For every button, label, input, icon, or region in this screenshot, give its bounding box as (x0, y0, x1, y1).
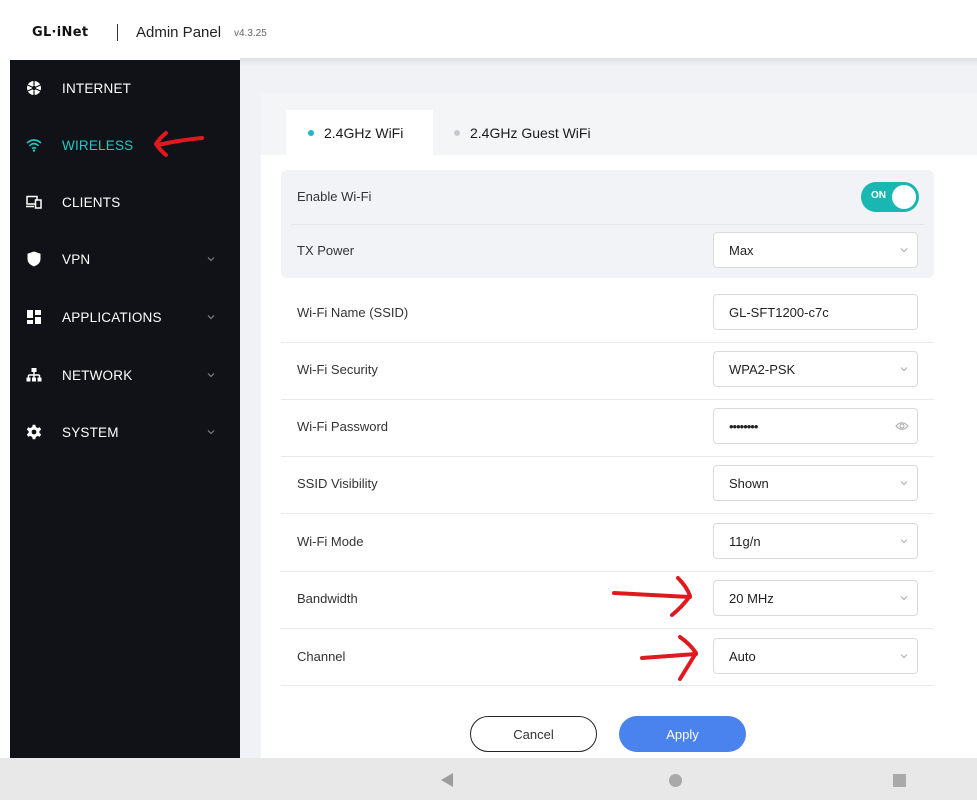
divider (281, 399, 934, 400)
sidebar-item-label: SYSTEM (62, 424, 119, 440)
wifi-security-label: Wi-Fi Security (297, 362, 378, 377)
wifi-security-select[interactable]: WPA2-PSK (713, 351, 918, 387)
clients-icon (26, 194, 42, 210)
divider (281, 685, 934, 686)
divider (281, 456, 934, 457)
sidebar-item-network[interactable]: NETWORK (10, 355, 240, 395)
divider (281, 628, 934, 629)
divider (281, 342, 934, 343)
select-value: Auto (729, 649, 756, 664)
chevron-down-icon (900, 481, 908, 486)
logo: GL·iNet (32, 25, 89, 40)
sidebar-item-vpn[interactable]: VPN (10, 239, 240, 279)
tab-2-4ghz-guest-wifi[interactable]: 2.4GHz Guest WiFi (440, 110, 630, 155)
network-icon (26, 367, 42, 383)
annotation-arrow-channel (640, 635, 698, 681)
chevron-down-icon (900, 367, 908, 372)
tab-status-dot (454, 129, 460, 136)
annotation-arrow-bandwidth (612, 576, 692, 617)
select-value: Shown (729, 476, 769, 491)
enable-wifi-label: Enable Wi-Fi (297, 189, 372, 204)
divider (281, 571, 934, 572)
back-icon[interactable] (441, 773, 453, 787)
select-value: Max (729, 243, 754, 258)
ssid-visibility-select[interactable]: Shown (713, 465, 918, 501)
select-value: 20 MHz (729, 591, 774, 606)
system-nav-bar (0, 758, 977, 800)
chevron-down-icon (900, 596, 908, 601)
sidebar-item-label: INTERNET (62, 80, 132, 96)
sidebar-item-label: WIRELESS (62, 137, 134, 153)
divider (281, 513, 934, 514)
tab-label: 2.4GHz WiFi (324, 124, 404, 141)
header-shadow (240, 58, 977, 66)
chevron-down-icon (207, 373, 215, 378)
select-value: 11g/n (729, 534, 761, 549)
chevron-down-icon (207, 257, 215, 262)
tab-status-dot (308, 129, 314, 136)
input-value: GL-SFT1200-c7c (729, 305, 829, 320)
channel-label: Channel (297, 649, 346, 664)
password-value: •••••••• (729, 419, 758, 434)
bandwidth-select[interactable]: 20 MHz (713, 580, 918, 616)
toggle-knob (892, 185, 916, 209)
bandwidth-label: Bandwidth (297, 591, 358, 606)
toggle-state-label: ON (871, 190, 886, 201)
eye-icon[interactable] (895, 420, 909, 432)
sidebar-item-label: APPLICATIONS (62, 309, 162, 325)
wifi-icon (26, 137, 42, 153)
sidebar-item-system[interactable]: SYSTEM (10, 412, 240, 452)
chevron-down-icon (900, 248, 908, 253)
sidebar: INTERNET WIRELESS CLIENTS VPN APPLICATIO… (10, 60, 240, 758)
wifi-mode-select[interactable]: 11g/n (713, 523, 918, 559)
ssid-input[interactable]: GL-SFT1200-c7c (713, 294, 918, 330)
chevron-down-icon (207, 315, 215, 320)
applications-icon (26, 309, 42, 325)
cancel-button[interactable]: Cancel (470, 716, 597, 752)
apply-button[interactable]: Apply (619, 716, 746, 752)
chevron-down-icon (900, 654, 908, 659)
tab-2-4ghz-wifi[interactable]: 2.4GHz WiFi (286, 110, 433, 155)
sidebar-item-internet[interactable]: INTERNET (10, 68, 240, 108)
gear-icon (26, 424, 42, 440)
tab-label: 2.4GHz Guest WiFi (470, 124, 591, 141)
chevron-down-icon (207, 430, 215, 435)
sidebar-item-label: VPN (62, 251, 91, 267)
home-icon[interactable] (669, 774, 682, 787)
wifi-mode-label: Wi-Fi Mode (297, 534, 364, 549)
top-bar: GL·iNet Admin Panel v4.3.25 (0, 0, 977, 60)
tx-power-label: TX Power (297, 243, 355, 258)
ssid-label: Wi-Fi Name (SSID) (297, 305, 409, 320)
tx-power-select[interactable]: Max (713, 232, 918, 268)
sidebar-item-label: NETWORK (62, 367, 133, 383)
sidebar-item-label: CLIENTS (62, 194, 121, 210)
wifi-password-label: Wi-Fi Password (297, 419, 389, 434)
channel-select[interactable]: Auto (713, 638, 918, 674)
page-title: Admin Panel (136, 24, 222, 41)
recent-apps-icon[interactable] (893, 774, 906, 787)
shield-icon (26, 251, 42, 267)
annotation-arrow-wireless (154, 131, 204, 157)
internet-icon (26, 80, 42, 96)
enable-wifi-toggle[interactable]: ON (861, 182, 919, 212)
sidebar-item-applications[interactable]: APPLICATIONS (10, 297, 240, 337)
select-value: WPA2-PSK (729, 362, 796, 377)
version-label: v4.3.25 (234, 28, 267, 39)
chevron-down-icon (900, 539, 908, 544)
ssid-visibility-label: SSID Visibility (297, 476, 378, 491)
divider (291, 224, 924, 225)
header-divider (117, 24, 118, 41)
sidebar-item-clients[interactable]: CLIENTS (10, 182, 240, 222)
wifi-password-input[interactable]: •••••••• (713, 408, 918, 444)
